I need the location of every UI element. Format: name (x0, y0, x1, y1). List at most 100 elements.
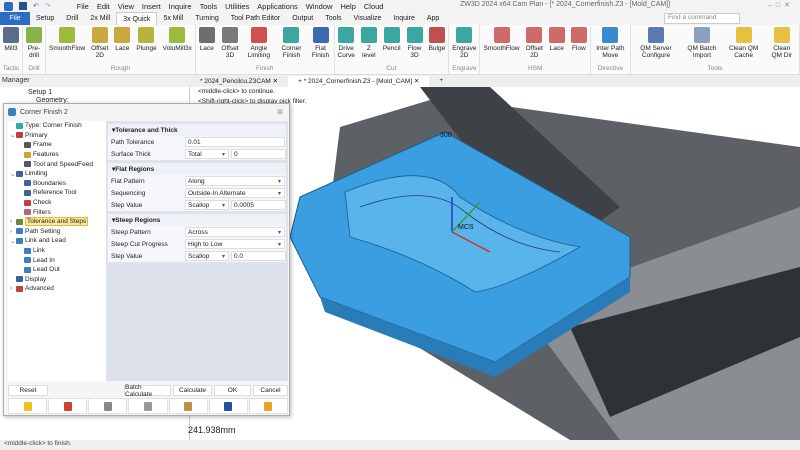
tree-item-advanced[interactable]: › Advanced (8, 284, 106, 294)
property-value-input[interactable]: 0.0 (231, 251, 286, 261)
tree-item-setup[interactable]: Setup 1 (0, 87, 189, 96)
lightbulb-button[interactable] (8, 398, 48, 414)
tree-item-boundaries[interactable]: Boundaries (8, 179, 106, 189)
menu-edit[interactable]: Edit (97, 2, 110, 11)
folder-button[interactable] (248, 398, 288, 414)
tab-5x-mill[interactable]: 5x Mill (157, 12, 189, 25)
ribbon-button-offset-2d[interactable]: Offset 2D (523, 25, 546, 65)
tab-drill[interactable]: Drill (60, 12, 84, 25)
property-select[interactable]: Scallop (185, 200, 229, 210)
tree-item-check[interactable]: Check (8, 198, 106, 208)
tree-item-frame[interactable]: Frame (8, 140, 106, 150)
ribbon-button-clean-qm-cache[interactable]: Clean QM Cache (723, 25, 765, 65)
redo-icon[interactable]: ↷ (45, 2, 51, 10)
dialog-title-bar[interactable]: Corner Finish 2 ⊠ (4, 104, 289, 120)
ok-button[interactable]: OK (214, 385, 251, 396)
tab-output[interactable]: Output (286, 12, 319, 25)
menu-utilities[interactable]: Utilities (225, 2, 249, 11)
doc-tab-pencil[interactable]: * 2024_Pencilcu.Z3CAM ✕ (190, 76, 288, 87)
ribbon-button-corner-finish[interactable]: Corner Finish (275, 25, 307, 65)
ribbon-button-inter-path-move[interactable]: Inter Path Move (591, 25, 630, 65)
tree-item-tolerance-and-steps[interactable]: › Tolerance and Steps (8, 217, 106, 227)
ribbon-button-offset-2d[interactable]: Offset 2D (88, 25, 111, 65)
tree-item-limiting[interactable]: ⌄ Limiting (8, 169, 106, 179)
ribbon-button-pre-drill[interactable]: Pre-drill (23, 25, 45, 65)
reset-button[interactable]: Reset (8, 385, 48, 396)
property-select[interactable]: Total (185, 149, 229, 159)
tab-3x-quick[interactable]: 3x Quick (116, 12, 158, 25)
ribbon-button-lace[interactable]: Lace (111, 25, 133, 65)
tab-app[interactable]: App (421, 12, 445, 25)
tab-visualize[interactable]: Visualize (348, 12, 388, 25)
menu-help[interactable]: Help (340, 2, 355, 11)
menu-inquire[interactable]: Inquire (169, 2, 192, 11)
ribbon-button-qm-server-configure[interactable]: QM Server Configure (631, 25, 681, 65)
menu-tools[interactable]: Tools (200, 2, 218, 11)
property-dropdown[interactable]: Along (185, 176, 285, 186)
ribbon-button-flat-finish[interactable]: Flat Finish (307, 25, 333, 65)
ribbon-button-flow-3d[interactable]: Flow 3D (404, 25, 426, 65)
tree-item-link[interactable]: Link (8, 246, 106, 256)
property-value-input[interactable]: 0 (231, 149, 286, 159)
machine-button[interactable] (128, 398, 168, 414)
ribbon-button-angle-limiting[interactable]: Angle Limiting (242, 25, 275, 65)
save-button[interactable] (208, 398, 248, 414)
dialog-close-icon[interactable]: ⊠ (277, 108, 283, 116)
tree-item-reference-tool[interactable]: Reference Tool (8, 188, 106, 198)
cancel-button[interactable]: Cancel (253, 385, 288, 396)
menu-insert[interactable]: Insert (142, 2, 161, 11)
ribbon-button-engrave-2d[interactable]: Engrave 2D (449, 25, 479, 65)
doc-tab-cornerfinish[interactable]: + * 2024_Cornerfinish.Z3 - [Mold_CAM] ✕ (288, 76, 430, 87)
new-tab-button[interactable]: + (429, 76, 453, 87)
tree-item-path-setting[interactable]: › Path Setting (8, 227, 106, 237)
calculate-button[interactable]: Calculate (173, 385, 212, 396)
tab-setup[interactable]: Setup (30, 12, 60, 25)
section-steep-regions[interactable]: ▾ Steep Regions (108, 214, 286, 226)
tab-tools[interactable]: Tools (319, 12, 347, 25)
ribbon-button-smoothflow[interactable]: SmoothFlow (480, 25, 522, 65)
tree-item-link-and-lead[interactable]: ⌄ Link and Lead (8, 236, 106, 246)
tool-button[interactable] (168, 398, 208, 414)
tree-item-lead-out[interactable]: Lead Out (8, 265, 106, 275)
ribbon-button-plunge[interactable]: Plunge (133, 25, 159, 65)
save-icon[interactable] (19, 2, 27, 10)
property-select[interactable]: Scallop (185, 251, 229, 261)
tab-inquire[interactable]: Inquire (387, 12, 420, 25)
tab-tool-path-editor[interactable]: Tool Path Editor (225, 12, 286, 25)
property-dropdown[interactable]: Across (185, 227, 285, 237)
ribbon-button-volumill3x[interactable]: VoluMill3x (160, 25, 195, 65)
tree-item-type-corner-finish[interactable]: Type: Corner Finish (8, 121, 106, 131)
toolpath-button[interactable] (88, 398, 128, 414)
menu-file[interactable]: File (77, 2, 89, 11)
ribbon-button-lace[interactable]: Lace (196, 25, 218, 65)
property-value-input[interactable]: 0.0005 (231, 200, 286, 210)
tab-file[interactable]: File (0, 12, 30, 25)
menu-cloud[interactable]: Cloud (364, 2, 384, 11)
ribbon-button-lace[interactable]: Lace (546, 25, 568, 65)
ribbon-button-flow[interactable]: Flow (568, 25, 590, 65)
window-controls[interactable]: –□✕ (768, 1, 794, 9)
section-tolerance-and-thick[interactable]: ▾ Tolerance and Thick (108, 124, 286, 136)
property-dropdown[interactable]: Outside-In Alternate (185, 188, 285, 198)
tree-item-features[interactable]: Features (8, 150, 106, 160)
tree-item-lead-in[interactable]: Lead In (8, 255, 106, 265)
undo-icon[interactable]: ↶ (33, 2, 39, 10)
tree-item-display[interactable]: Display (8, 275, 106, 285)
ribbon-button-clean-qm-dir[interactable]: Clean QM Dir (765, 25, 799, 65)
ribbon-button-offset-3d[interactable]: Offset 3D (218, 25, 242, 65)
tab-turning[interactable]: Turning (189, 12, 224, 25)
property-dropdown[interactable]: High to Low (185, 239, 285, 249)
batch-calculate-button[interactable]: Batch Calculate (124, 384, 171, 398)
tree-item-tool-and-speedfeed[interactable]: Tool and SpeedFeed (8, 159, 106, 169)
ribbon-button-mill3[interactable]: Mill3 (0, 25, 22, 65)
tree-item-primary[interactable]: ⌄ Primary (8, 131, 106, 141)
edit-button[interactable] (48, 398, 88, 414)
tab-2x-mill[interactable]: 2x Mill (84, 12, 116, 25)
command-search-input[interactable]: Find a command (664, 13, 740, 24)
ribbon-button-z-level[interactable]: Z level (358, 25, 380, 65)
tree-item-filters[interactable]: Filters (8, 207, 106, 217)
property-value-input[interactable]: 0.01 (185, 137, 285, 147)
ribbon-button-drive-curve[interactable]: Drive Curve (335, 25, 358, 65)
menu-window[interactable]: Window (306, 2, 333, 11)
ribbon-button-pencil[interactable]: Pencil (380, 25, 404, 65)
